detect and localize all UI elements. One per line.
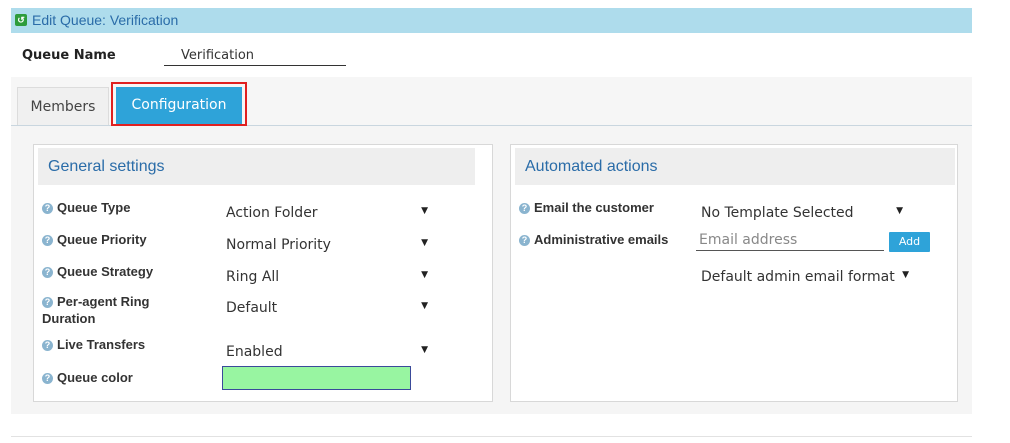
help-icon[interactable]: ? — [519, 203, 530, 214]
per-agent-ring-duration-label: ? Per-agent Ring Duration — [42, 294, 150, 326]
help-icon[interactable]: ? — [42, 203, 53, 214]
queue-name-value: Verification — [181, 48, 255, 63]
tab-bar: Members Configuration — [11, 77, 972, 126]
admin-email-format-value: Default admin email format — [701, 269, 895, 285]
queue-type-value: Action Folder — [226, 205, 318, 221]
edit-queue-title-bar: ↺ Edit Queue: Verification — [11, 8, 972, 33]
automated-actions-title: Automated actions — [525, 158, 658, 175]
queue-priority-value: Normal Priority — [226, 237, 331, 253]
dropdown-arrow-icon: ▼ — [902, 270, 909, 280]
live-transfers-label: ? Live Transfers — [42, 337, 145, 352]
automated-actions-header: Automated actions — [515, 148, 955, 185]
queue-strategy-label: ? Queue Strategy — [42, 264, 153, 279]
queue-type-select[interactable]: Action Folder ▼ — [222, 201, 432, 223]
dropdown-arrow-icon: ▼ — [421, 345, 428, 355]
general-settings-title: General settings — [48, 158, 165, 175]
ring-duration-value: Default — [226, 300, 278, 316]
help-icon[interactable]: ? — [42, 373, 53, 384]
add-email-button[interactable]: Add — [889, 232, 930, 252]
queue-name-row: Queue Name Verification — [11, 33, 972, 77]
email-template-value: No Template Selected — [701, 205, 854, 221]
queue-priority-select[interactable]: Normal Priority ▼ — [222, 233, 432, 255]
help-icon[interactable]: ? — [42, 340, 53, 351]
help-icon[interactable]: ? — [42, 235, 53, 246]
admin-email-format-select[interactable]: Default admin email format ▼ — [697, 265, 909, 287]
dropdown-arrow-icon: ▼ — [421, 238, 428, 248]
queue-name-label: Queue Name — [22, 48, 116, 63]
help-icon[interactable]: ? — [42, 297, 53, 308]
tab-members[interactable]: Members — [17, 87, 109, 125]
configuration-content: General settings ? Queue Type Action Fold… — [11, 126, 972, 414]
queue-strategy-select[interactable]: Ring All ▼ — [222, 265, 432, 287]
help-icon[interactable]: ? — [42, 267, 53, 278]
dropdown-arrow-icon: ▼ — [896, 206, 903, 216]
dropdown-arrow-icon: ▼ — [421, 270, 428, 280]
tab-configuration[interactable]: Configuration — [116, 87, 242, 124]
queue-priority-label: ? Queue Priority — [42, 232, 147, 247]
queue-color-label: ? Queue color — [42, 370, 133, 385]
queue-strategy-value: Ring All — [226, 269, 280, 285]
help-icon[interactable]: ? — [519, 235, 530, 246]
email-customer-label: ? Email the customer — [519, 200, 654, 215]
automated-actions-panel: Automated actions ? Email the customer No… — [510, 144, 958, 402]
administrative-emails-label: ? Administrative emails — [519, 232, 668, 247]
queue-color-picker[interactable] — [222, 366, 411, 390]
divider — [11, 436, 972, 437]
live-transfers-value: Enabled — [226, 344, 283, 360]
email-placeholder: Email address — [699, 232, 798, 248]
dropdown-arrow-icon: ▼ — [421, 301, 428, 311]
ring-duration-select[interactable]: Default ▼ — [222, 296, 432, 318]
email-address-input[interactable]: Email address — [696, 230, 884, 251]
dropdown-arrow-icon: ▼ — [421, 206, 428, 216]
general-settings-panel: General settings ? Queue Type Action Fold… — [33, 144, 493, 402]
page-title: Edit Queue: Verification — [32, 12, 179, 28]
general-settings-header: General settings — [38, 148, 475, 185]
live-transfers-select[interactable]: Enabled ▼ — [222, 340, 432, 362]
queue-name-input[interactable]: Verification — [164, 41, 346, 66]
queue-type-label: ? Queue Type — [42, 200, 130, 215]
email-template-select[interactable]: No Template Selected ▼ — [697, 201, 907, 223]
share-icon: ↺ — [15, 14, 27, 26]
